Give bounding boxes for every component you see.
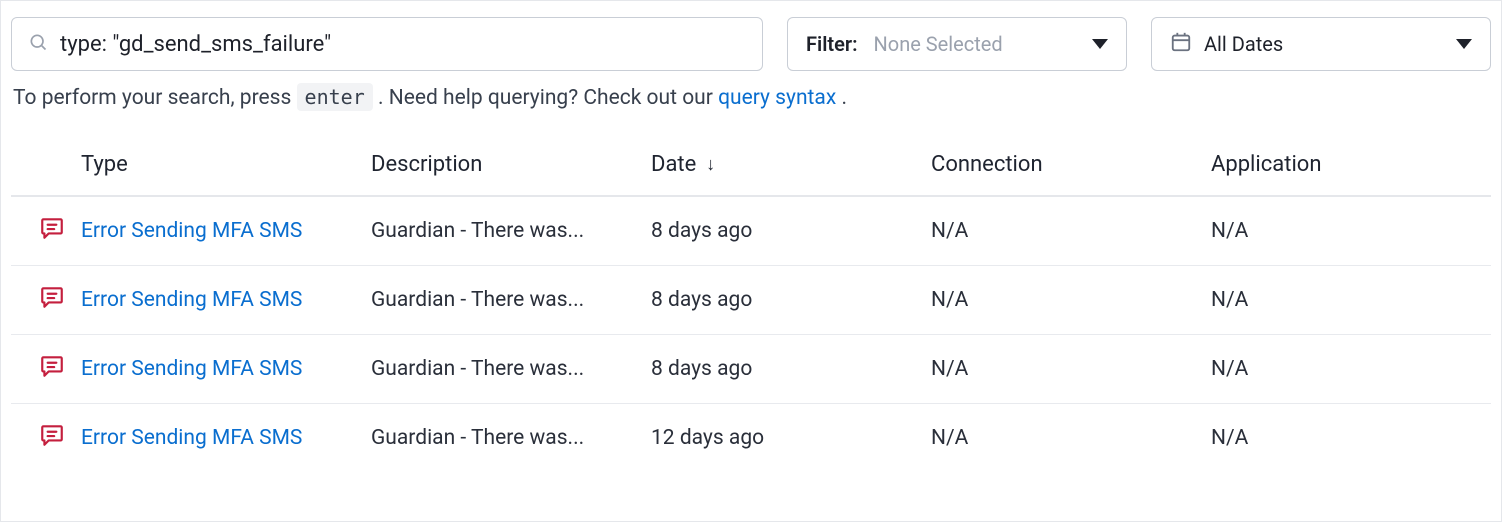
error-bubble-icon — [39, 284, 65, 316]
table-row[interactable]: Error Sending MFA SMSGuardian - There wa… — [11, 266, 1491, 335]
helper-mid: . Need help querying? Check out our — [378, 86, 718, 110]
col-type[interactable]: Type — [81, 152, 371, 177]
error-bubble-icon — [39, 422, 65, 454]
col-date-label: Date — [651, 152, 696, 177]
date-filter-value: All Dates — [1204, 32, 1283, 56]
enter-key: enter — [297, 83, 373, 111]
helper-prefix: To perform your search, press — [13, 86, 297, 110]
logs-table: Type Description Date ↓ Connection Appli… — [11, 138, 1491, 472]
search-input[interactable] — [60, 32, 746, 57]
row-icon-cell — [11, 353, 81, 385]
type-cell[interactable]: Error Sending MFA SMS — [81, 426, 371, 450]
description-cell: Guardian - There was... — [371, 357, 651, 381]
col-description[interactable]: Description — [371, 152, 651, 177]
col-application[interactable]: Application — [1211, 152, 1491, 177]
table-header: Type Description Date ↓ Connection Appli… — [11, 138, 1491, 197]
error-bubble-icon — [39, 215, 65, 247]
connection-cell: N/A — [931, 426, 1211, 450]
application-cell: N/A — [1211, 288, 1491, 312]
query-syntax-link[interactable]: query syntax — [718, 86, 836, 110]
helper-suffix: . — [841, 86, 847, 110]
row-icon-cell — [11, 215, 81, 247]
chevron-down-icon — [1456, 39, 1472, 49]
col-connection[interactable]: Connection — [931, 152, 1211, 177]
filter-dropdown[interactable]: Filter: None Selected — [787, 17, 1127, 71]
application-cell: N/A — [1211, 426, 1491, 450]
date-cell: 8 days ago — [651, 288, 931, 312]
type-cell[interactable]: Error Sending MFA SMS — [81, 219, 371, 243]
filter-label: Filter: — [806, 32, 858, 56]
connection-cell: N/A — [931, 288, 1211, 312]
application-cell: N/A — [1211, 357, 1491, 381]
error-bubble-icon — [39, 353, 65, 385]
connection-cell: N/A — [931, 357, 1211, 381]
type-cell[interactable]: Error Sending MFA SMS — [81, 288, 371, 312]
date-cell: 8 days ago — [651, 219, 931, 243]
table-row[interactable]: Error Sending MFA SMSGuardian - There wa… — [11, 197, 1491, 266]
connection-cell: N/A — [931, 219, 1211, 243]
row-icon-cell — [11, 284, 81, 316]
row-icon-cell — [11, 422, 81, 454]
type-cell[interactable]: Error Sending MFA SMS — [81, 357, 371, 381]
chevron-down-icon — [1092, 39, 1108, 49]
table-row[interactable]: Error Sending MFA SMSGuardian - There wa… — [11, 404, 1491, 472]
date-cell: 8 days ago — [651, 357, 931, 381]
search-icon — [28, 32, 48, 57]
calendar-icon — [1170, 31, 1192, 58]
helper-text: To perform your search, press enter . Ne… — [11, 85, 1491, 110]
description-cell: Guardian - There was... — [371, 219, 651, 243]
date-dropdown[interactable]: All Dates — [1151, 17, 1491, 71]
application-cell: N/A — [1211, 219, 1491, 243]
col-date[interactable]: Date ↓ — [651, 152, 931, 177]
filter-value: None Selected — [874, 32, 1003, 56]
search-box[interactable] — [11, 17, 763, 71]
description-cell: Guardian - There was... — [371, 288, 651, 312]
date-cell: 12 days ago — [651, 426, 931, 450]
sort-down-icon: ↓ — [706, 154, 715, 175]
table-row[interactable]: Error Sending MFA SMSGuardian - There wa… — [11, 335, 1491, 404]
description-cell: Guardian - There was... — [371, 426, 651, 450]
